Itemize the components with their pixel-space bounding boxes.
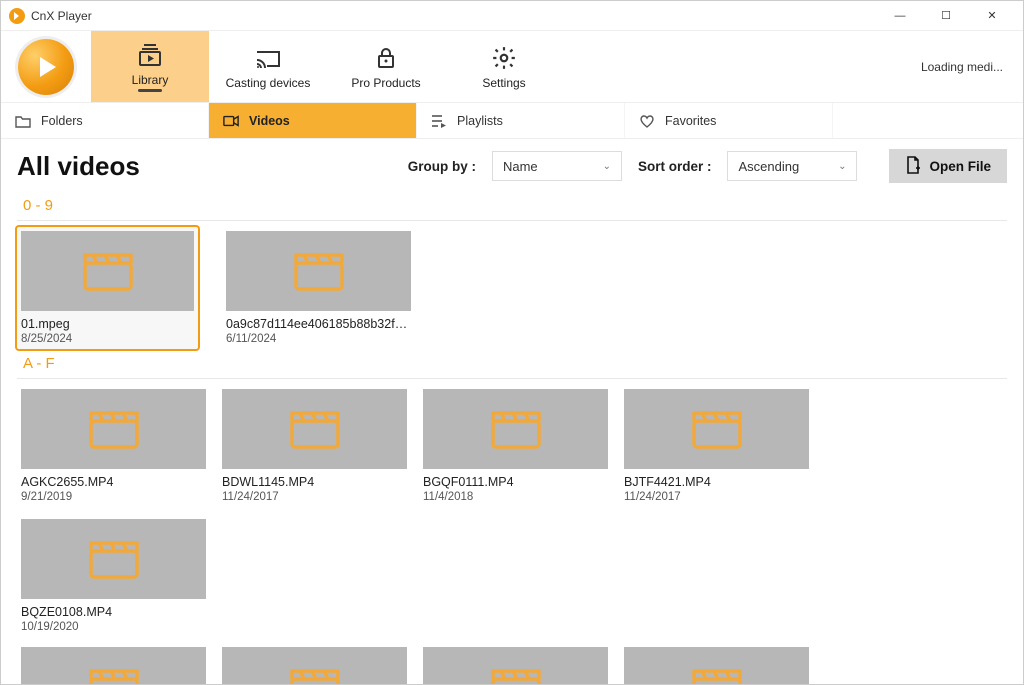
header-row: All videos Group by : Name ⌄ Sort order … xyxy=(17,149,1007,183)
video-thumbnail xyxy=(423,647,608,684)
video-icon xyxy=(223,115,239,127)
video-card[interactable]: BGQF0111.MP4 11/4/2018 xyxy=(423,389,608,503)
video-card[interactable]: BJTF4421.MP4 11/24/2017 xyxy=(624,389,809,503)
nav-settings[interactable]: Settings xyxy=(445,31,563,102)
subtab-folders-label: Folders xyxy=(41,114,83,128)
group-header-0-9: 0 - 9 xyxy=(23,197,1007,214)
video-thumbnail xyxy=(21,389,206,469)
nav-library[interactable]: Library xyxy=(91,31,209,102)
subtab-favorites[interactable]: Favorites xyxy=(625,103,833,138)
lock-icon xyxy=(374,44,398,72)
video-date: 9/21/2019 xyxy=(21,491,206,503)
video-grid-a-f-row2: Captured_file_002.mpg8/25/2024 CMNA4633.M… xyxy=(21,647,1007,684)
cast-icon xyxy=(254,44,282,72)
loading-status: Loading medi... xyxy=(921,60,1003,74)
sort-order-select[interactable]: Ascending ⌄ xyxy=(727,151,857,181)
video-thumbnail xyxy=(423,389,608,469)
app-title: CnX Player xyxy=(31,9,92,23)
play-button[interactable] xyxy=(1,31,91,102)
video-thumbnail xyxy=(21,647,206,684)
playlist-icon xyxy=(431,114,447,128)
video-thumbnail xyxy=(624,389,809,469)
video-date: 8/25/2024 xyxy=(21,333,194,345)
nav-casting-label: Casting devices xyxy=(226,76,311,90)
maximize-button[interactable]: ☐ xyxy=(923,1,969,31)
gear-icon xyxy=(491,44,517,72)
nav-settings-label: Settings xyxy=(482,76,525,90)
group-by-select[interactable]: Name ⌄ xyxy=(492,151,622,181)
divider xyxy=(17,220,1007,221)
divider xyxy=(17,378,1007,379)
video-thumbnail xyxy=(226,231,411,311)
video-grid-a-f-row1: AGKC2655.MP4 9/21/2019 BDWL1145.MP4 11/24/2… xyxy=(21,389,1007,633)
group-by-label: Group by : xyxy=(408,159,476,174)
video-date: 11/24/2017 xyxy=(222,491,407,503)
video-date: 10/19/2020 xyxy=(21,621,206,633)
video-card[interactable]: EONN7804.MP412/6/2017 xyxy=(423,647,608,684)
top-nav: Library Casting devices Pro Products Set… xyxy=(1,31,1023,103)
close-button[interactable]: ✕ xyxy=(969,1,1015,31)
subtab-videos-label: Videos xyxy=(249,114,290,128)
video-card[interactable]: AGKC2655.MP4 9/21/2019 xyxy=(21,389,206,503)
video-filename: 0a9c87d114ee406185b88b32fd... xyxy=(226,317,411,331)
nav-pro[interactable]: Pro Products xyxy=(327,31,445,102)
subtab-videos[interactable]: Videos xyxy=(209,103,417,138)
video-filename: 01.mpeg xyxy=(21,317,194,331)
nav-pro-label: Pro Products xyxy=(351,76,420,90)
video-filename: BDWL1145.MP4 xyxy=(222,475,407,489)
group-by-value: Name xyxy=(503,159,538,174)
open-file-label: Open File xyxy=(929,159,991,174)
chevron-down-icon: ⌄ xyxy=(603,161,611,172)
video-thumbnail xyxy=(222,647,407,684)
video-filename: BJTF4421.MP4 xyxy=(624,475,809,489)
video-card[interactable]: 01.mpeg 8/25/2024 xyxy=(15,225,200,351)
video-thumbnail xyxy=(222,389,407,469)
nav-casting[interactable]: Casting devices xyxy=(209,31,327,102)
play-icon xyxy=(18,39,74,95)
video-thumbnail xyxy=(624,647,809,684)
subtab-playlists[interactable]: Playlists xyxy=(417,103,625,138)
sort-order-value: Ascending xyxy=(738,159,799,174)
video-card[interactable]: EWBD5256.MOV10/6/2020 xyxy=(624,647,809,684)
video-date: 11/4/2018 xyxy=(423,491,608,503)
library-icon xyxy=(136,41,164,69)
group-header-a-f: A - F xyxy=(23,355,1007,372)
page-title: All videos xyxy=(17,151,140,182)
subtabs: Folders Videos Playlists Favorites xyxy=(1,103,1023,139)
chevron-down-icon: ⌄ xyxy=(838,161,846,172)
open-file-button[interactable]: Open File xyxy=(889,149,1007,183)
sort-order-label: Sort order : xyxy=(638,159,712,174)
video-card[interactable]: BDWL1145.MP4 11/24/2017 xyxy=(222,389,407,503)
subtab-folders[interactable]: Folders xyxy=(1,103,209,138)
video-date: 6/11/2024 xyxy=(226,333,411,345)
heart-icon xyxy=(639,114,655,128)
nav-library-label: Library xyxy=(132,73,169,92)
video-filename: BGQF0111.MP4 xyxy=(423,475,608,489)
content-area: All videos Group by : Name ⌄ Sort order … xyxy=(1,139,1023,684)
video-date: 11/24/2017 xyxy=(624,491,809,503)
video-thumbnail xyxy=(21,519,206,599)
minimize-button[interactable]: — xyxy=(877,1,923,31)
video-card[interactable]: Captured_file_002.mpg8/25/2024 xyxy=(21,647,206,684)
file-plus-icon xyxy=(905,156,921,177)
app-icon xyxy=(9,8,25,24)
titlebar: CnX Player — ☐ ✕ xyxy=(1,1,1023,31)
app-window: CnX Player — ☐ ✕ Library Casting devices… xyxy=(0,0,1024,685)
video-card[interactable]: 0a9c87d114ee406185b88b32fd... 6/11/2024 xyxy=(226,231,411,345)
video-grid-0-9: 01.mpeg 8/25/2024 0a9c87d114ee406185b88b32… xyxy=(21,231,1007,345)
video-card[interactable]: BQZE0108.MP4 10/19/2020 xyxy=(21,519,206,633)
video-filename: BQZE0108.MP4 xyxy=(21,605,206,619)
subtab-playlists-label: Playlists xyxy=(457,114,503,128)
video-thumbnail xyxy=(21,231,194,311)
folder-icon xyxy=(15,114,31,128)
video-card[interactable]: CMNA4633.MP411/4/2018 xyxy=(222,647,407,684)
subtab-favorites-label: Favorites xyxy=(665,114,716,128)
video-filename: AGKC2655.MP4 xyxy=(21,475,206,489)
